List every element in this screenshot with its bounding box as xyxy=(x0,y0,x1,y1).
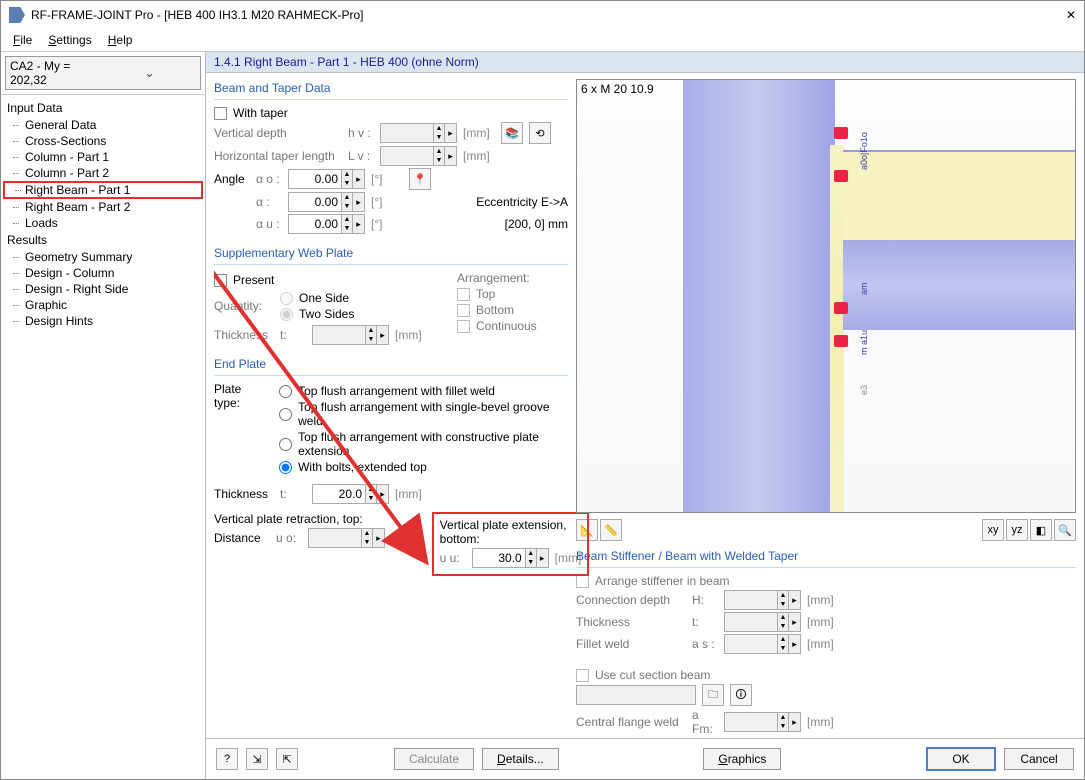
menu-help[interactable]: Help xyxy=(102,31,139,49)
help-icon[interactable]: ? xyxy=(216,748,238,770)
chevron-down-icon: ⌄ xyxy=(103,66,196,80)
conn-depth-spin: ▲▼▸ xyxy=(724,590,801,610)
details-button[interactable]: Details... xyxy=(482,748,559,770)
cfw-spin: ▲▼▸ xyxy=(724,712,801,732)
view-xy-icon[interactable]: xy xyxy=(982,519,1004,541)
tree-input-head[interactable]: Input Data xyxy=(3,99,203,117)
tree-item[interactable]: Cross-Sections xyxy=(3,133,203,149)
menu-file[interactable]: File xyxy=(7,31,38,49)
tree-results-head[interactable]: Results xyxy=(3,231,203,249)
pt-opt1[interactable] xyxy=(279,385,292,398)
one-side-radio xyxy=(280,292,293,305)
group-web-plate: Supplementary Web Plate xyxy=(214,244,568,265)
arrange-stiffener-check xyxy=(576,575,589,588)
pt-opt3[interactable] xyxy=(279,438,292,451)
info-icon[interactable]: 🛈 xyxy=(730,684,752,706)
3d-viewport[interactable]: 6 x M 20 10.9 a0o|Fo1o am m a1u e3 xyxy=(576,79,1076,513)
vdepth-spin: ▲▼▸ xyxy=(380,123,457,143)
viewport-label: 6 x M 20 10.9 xyxy=(581,82,654,96)
tree-item-selected[interactable]: Right Beam - Part 1 xyxy=(3,181,203,199)
uo-spin: ▲▼▸ xyxy=(308,528,385,548)
angle-au-spin[interactable]: ▲▼▸ xyxy=(288,214,365,234)
loadcase-label: CA2 - My = 202,32 xyxy=(10,59,103,87)
group-beam-taper: Beam and Taper Data xyxy=(214,79,568,100)
library-icon[interactable]: 📚 xyxy=(501,122,523,144)
fillet-spin: ▲▼▸ xyxy=(724,634,801,654)
close-icon[interactable]: ✕ xyxy=(1054,8,1076,22)
calculate-button[interactable]: Calculate xyxy=(394,748,474,770)
ok-button[interactable]: OK xyxy=(926,747,996,771)
group-stiffener: Beam Stiffener / Beam with Welded Taper xyxy=(576,547,1076,568)
pt-opt2[interactable] xyxy=(279,408,292,421)
graphics-button[interactable]: Graphics xyxy=(703,748,781,770)
uu-spin[interactable]: ▲▼▸ xyxy=(472,548,549,568)
tree-item[interactable]: Design - Column xyxy=(3,265,203,281)
wp-thickness-spin: ▲▼▸ xyxy=(312,325,389,345)
loadcase-combo[interactable]: CA2 - My = 202,32 ⌄ xyxy=(5,56,201,90)
two-sides-radio xyxy=(280,308,293,321)
tree-item[interactable]: Right Beam - Part 2 xyxy=(3,199,203,215)
undo-icon[interactable]: ⟲ xyxy=(529,122,551,144)
stiff-thickness-spin: ▲▼▸ xyxy=(724,612,801,632)
arr-top-check xyxy=(457,288,470,301)
angle-ao-spin[interactable]: ▲▼▸ xyxy=(288,169,365,189)
view-iso-icon[interactable]: ◧ xyxy=(1030,519,1052,541)
arr-bottom-check xyxy=(457,304,470,317)
import-icon[interactable]: ⇱ xyxy=(276,748,298,770)
tree-item[interactable]: General Data xyxy=(3,117,203,133)
cut-section-field xyxy=(576,685,696,705)
tree-item[interactable]: Design - Right Side xyxy=(3,281,203,297)
browse-icon[interactable]: 🗀 xyxy=(702,684,724,706)
group-end-plate: End Plate xyxy=(214,355,568,376)
present-check[interactable] xyxy=(214,274,227,287)
tree-item[interactable]: Geometry Summary xyxy=(3,249,203,265)
menu-settings[interactable]: Settings xyxy=(42,31,97,49)
tree-item[interactable]: Graphic xyxy=(3,297,203,313)
tree-item[interactable]: Column - Part 2 xyxy=(3,165,203,181)
hlen-spin: ▲▼▸ xyxy=(380,146,457,166)
angle-a-spin[interactable]: ▲▼▸ xyxy=(288,192,365,212)
nav-tree: Input Data General Data Cross-Sections C… xyxy=(1,94,205,779)
app-icon xyxy=(9,7,25,23)
tree-item[interactable]: Loads xyxy=(3,215,203,231)
with-taper-check[interactable] xyxy=(214,107,227,120)
tree-item[interactable]: Design Hints xyxy=(3,313,203,329)
view-tool-2[interactable]: 📏 xyxy=(600,519,622,541)
pt-opt4[interactable] xyxy=(279,461,292,474)
usecut-check xyxy=(576,669,589,682)
arr-continuous-check xyxy=(457,320,470,333)
export-icon[interactable]: ⇲ xyxy=(246,748,268,770)
plate-thickness-spin[interactable]: ▲▼▸ xyxy=(312,484,389,504)
view-yz-icon[interactable]: yz xyxy=(1006,519,1028,541)
cancel-button[interactable]: Cancel xyxy=(1004,748,1074,770)
window-title: RF-FRAME-JOINT Pro - [HEB 400 IH3.1 M20 … xyxy=(31,8,1054,22)
pin-icon[interactable]: 📍 xyxy=(409,168,431,190)
view-zoom-icon[interactable]: 🔍 xyxy=(1054,519,1076,541)
tree-item[interactable]: Column - Part 1 xyxy=(3,149,203,165)
highlight-extension: Vertical plate extension, bottom: u u: ▲… xyxy=(432,512,590,576)
panel-title: 1.4.1 Right Beam - Part 1 - HEB 400 (ohn… xyxy=(206,52,1084,73)
